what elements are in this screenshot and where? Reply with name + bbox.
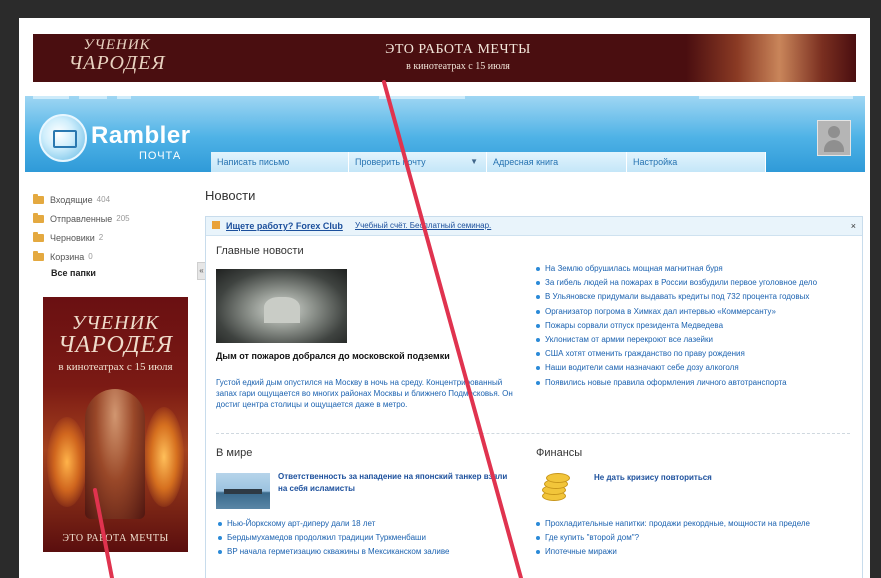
folder-name: Входящие [50, 194, 93, 205]
folder-sent[interactable]: Отправленные 205 [33, 209, 183, 228]
settings-button[interactable]: Настройка [627, 152, 766, 172]
list-item[interactable]: На Землю обрушилась мощная магнитная бур… [534, 262, 817, 276]
banner-movie-logo: УЧЕНИК ЧАРОДЕЯ [57, 37, 177, 74]
settings-label: Настройка [633, 157, 678, 167]
list-item[interactable]: BP начала герметизацию скважины в Мексик… [216, 545, 449, 559]
list-item[interactable]: Наши водители сами назначают себе дозу а… [534, 361, 817, 375]
folder-icon [33, 250, 44, 261]
address-book-label: Адресная книга [493, 157, 559, 167]
folder-name: Корзина [50, 251, 85, 262]
text-ad-bar: Ищете работу? Forex Club Учебный счёт. Б… [206, 217, 862, 236]
compose-label: Написать письмо [217, 157, 290, 167]
compose-button[interactable]: Написать письмо [211, 152, 349, 172]
side-banner-date: в кинотеатрах с 15 июля [58, 361, 173, 373]
check-mail-button[interactable]: Проверить почту ▼ [349, 152, 487, 172]
finance-section-title: Финансы [536, 447, 583, 459]
folder-inbox[interactable]: Входящие 404 [33, 190, 183, 209]
folder-drafts[interactable]: Черновики 2 [33, 228, 183, 247]
header-top-links [33, 96, 853, 104]
main-headline-lead[interactable]: Густой едкий дым опустился на Москву в н… [216, 377, 516, 410]
brand-name[interactable]: Rambler [91, 122, 191, 150]
coins-icon[interactable] [538, 473, 570, 503]
banner-release-date: в кинотеатрах с 15 июля [406, 61, 510, 72]
list-item[interactable]: Прохладительные напитки: продажи рекордн… [534, 517, 810, 531]
folder-count: 0 [88, 252, 93, 261]
folder-name: Отправленные [50, 213, 113, 224]
side-banner-slogan: ЭТО РАБОТА МЕЧТЫ [62, 533, 169, 544]
page-title: Новости [205, 188, 256, 203]
user-avatar-icon[interactable] [817, 120, 851, 156]
banner-slogan-block: ЭТО РАБОТА МЕЧТЫ в кинотеатрах с 15 июля [333, 42, 583, 72]
close-icon[interactable]: × [851, 217, 856, 235]
list-item[interactable]: За гибель людей на пожарах в России возб… [534, 276, 817, 290]
list-item[interactable]: В Ульяновске придумали выдавать кредиты … [534, 290, 817, 304]
top-ad-banner[interactable]: УЧЕНИК ЧАРОДЕЯ ЭТО РАБОТА МЕЧТЫ в киноте… [33, 34, 856, 82]
banner-logo-line2: ЧАРОДЕЯ [68, 52, 166, 74]
ad-title-link[interactable]: Ищете работу? Forex Club [226, 217, 343, 235]
top-news-title: Главные новости [216, 245, 304, 257]
chevron-down-icon[interactable]: ▼ [470, 152, 478, 172]
list-item[interactable]: Пожары сорвали отпуск президента Медведе… [534, 319, 817, 333]
world-headline-link[interactable]: Ответственность за нападение на японский… [278, 471, 518, 495]
folder-trash[interactable]: Корзина 0 [33, 247, 183, 266]
side-banner-logo-line1: УЧЕНИК [71, 312, 160, 334]
section-divider [216, 433, 850, 434]
mail-toolbar: Написать письмо Проверить почту ▼ Адресна… [211, 152, 766, 172]
side-banner-logo-line2: ЧАРОДЕЯ [58, 332, 173, 358]
side-ad-banner[interactable]: УЧЕНИК ЧАРОДЕЯ в кинотеатрах с 15 июля Э… [43, 297, 188, 552]
world-section-title: В мире [216, 447, 253, 459]
list-item[interactable]: США хотят отменить гражданство по праву … [534, 347, 817, 361]
folder-count: 404 [96, 195, 111, 204]
folder-icon [33, 193, 44, 204]
side-banner-logo: УЧЕНИК ЧАРОДЕЯ [43, 313, 188, 357]
flag-icon [212, 221, 220, 229]
folder-list: Входящие 404 Отправленные 205 Черновики 2 К… [33, 190, 183, 278]
finance-headline-link[interactable]: Не дать кризису повториться [594, 473, 712, 482]
list-item[interactable]: Появились новые правила оформления лично… [534, 376, 817, 390]
product-name: ПОЧТА [139, 150, 182, 162]
mail-header: Rambler ПОЧТА Написать письмо Проверить … [25, 96, 865, 172]
banner-actress-image [686, 34, 856, 82]
list-item[interactable]: Бердымухамедов продолжил традиции Туркме… [216, 531, 449, 545]
all-folders-link[interactable]: Все папки [51, 268, 183, 278]
list-item[interactable]: Уклонистам от армии перекроют все лазейк… [534, 333, 817, 347]
folder-name: Черновики [50, 232, 95, 243]
list-item[interactable]: Где купить "второй дом"? [534, 531, 810, 545]
list-item[interactable]: Ипотечные миражи [534, 545, 810, 559]
folder-icon [33, 212, 44, 223]
address-book-button[interactable]: Адресная книга [487, 152, 627, 172]
ad-text-link[interactable]: Учебный счёт. Бесплатный семинар. [355, 217, 491, 235]
banner-slogan: ЭТО РАБОТА МЕЧТЫ [385, 42, 531, 57]
banner-actress-figure [85, 389, 145, 519]
folder-count: 2 [98, 233, 104, 242]
flame-graphic [144, 407, 184, 507]
folder-count: 205 [116, 214, 130, 223]
banner-logo-line1: УЧЕНИК [83, 37, 151, 53]
news-panel: Ищете работу? Forex Club Учебный счёт. Б… [205, 216, 863, 578]
folder-icon [33, 231, 44, 242]
flame-graphic [47, 417, 87, 507]
rambler-mail-icon[interactable] [39, 114, 87, 162]
tanker-photo[interactable] [216, 473, 270, 509]
world-news-list: Нью-Йоркскому арт-диперу дали 18 лет Бер… [216, 517, 449, 560]
list-item[interactable]: Организатор погрома в Химках дал интервь… [534, 305, 817, 319]
screenshot-page: УЧЕНИК ЧАРОДЕЯ ЭТО РАБОТА МЕЧТЫ в киноте… [19, 18, 870, 578]
finance-news-list: Прохладительные напитки: продажи рекордн… [534, 517, 810, 560]
main-headline-link[interactable]: Дым от пожаров добрался до московской по… [216, 351, 476, 361]
metro-smoke-photo[interactable] [216, 269, 347, 343]
top-news-list: На Землю обрушилась мощная магнитная бур… [534, 262, 817, 390]
check-mail-label: Проверить почту [355, 157, 426, 167]
list-item[interactable]: Нью-Йоркскому арт-диперу дали 18 лет [216, 517, 449, 531]
